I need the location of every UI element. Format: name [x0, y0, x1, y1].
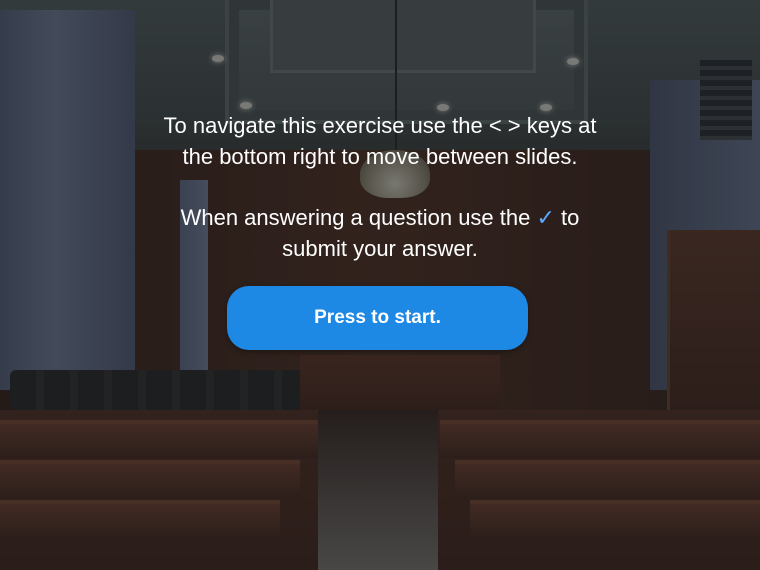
navigation-line-1: To navigate this exercise use the < > ke… [163, 113, 597, 138]
dark-overlay [0, 0, 760, 570]
start-button[interactable]: Press to start. [227, 286, 528, 350]
navigation-line-2: the bottom right to move between slides. [182, 144, 578, 169]
answer-line-1-end: to [561, 205, 580, 230]
answer-line-2: submit your answer. [282, 236, 478, 261]
answer-instructions: When answering a question use the ✓ to s… [110, 202, 650, 264]
instructions: To navigate this exercise use the < > ke… [110, 110, 650, 264]
answer-line-1: When answering a question use the [180, 205, 531, 230]
navigation-instructions: To navigate this exercise use the < > ke… [110, 110, 650, 172]
courtroom-background [0, 0, 760, 570]
checkmark-icon: ✓ [536, 205, 555, 230]
